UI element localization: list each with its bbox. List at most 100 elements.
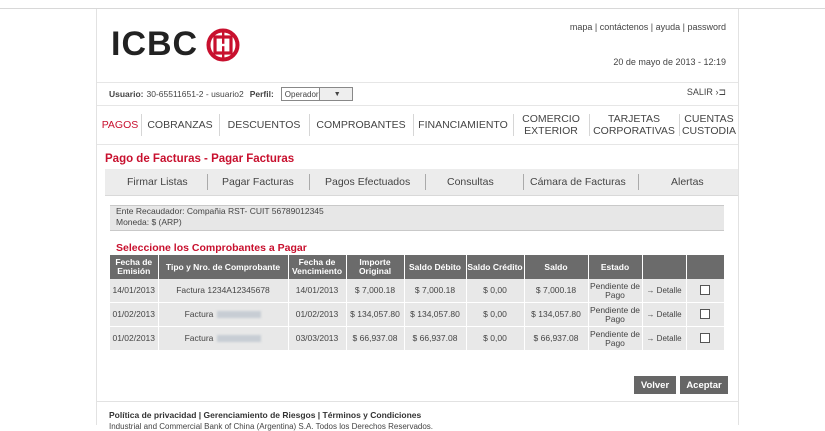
cell-select <box>686 326 724 351</box>
user-info: Usuario: 30-65511651-2 - usuario2 Perfil… <box>109 87 353 101</box>
cell-saldo: $ 7,000.18 <box>524 279 589 303</box>
cell-estado: Pendiente de Pago <box>588 279 643 303</box>
subnav-pagar-facturas[interactable]: Pagar Facturas <box>222 169 294 195</box>
blurred-number <box>217 311 262 319</box>
aceptar-button[interactable]: Aceptar <box>680 376 728 394</box>
cell-vencimiento: 14/01/2013 <box>288 279 347 303</box>
cell-estado: Pendiente de Pago <box>588 326 643 351</box>
nav-cuentas-custodia[interactable]: CUENTAS CUSTODIA <box>681 106 737 144</box>
nav-cobranzas[interactable]: COBRANZAS <box>145 106 215 144</box>
top-links[interactable]: mapa | contáctenos | ayuda | password <box>570 22 726 32</box>
cell-detalle[interactable]: → Detalle <box>642 302 687 327</box>
subnav-alertas[interactable]: Alertas <box>671 169 704 195</box>
nav-tarjetas-corporativas[interactable]: TARJETAS CORPORATIVAS <box>593 106 675 144</box>
subnav-pagos-efectuados[interactable]: Pagos Efectuados <box>325 169 410 195</box>
subnav-camara-de-facturas[interactable]: Cámara de Facturas <box>530 169 626 195</box>
cell-emision: 14/01/2013 <box>110 279 159 303</box>
cell-credito: $ 0,00 <box>466 279 525 303</box>
cell-debito: $ 7,000.18 <box>404 279 467 303</box>
user-bar: Usuario: 30-65511651-2 - usuario2 Perfil… <box>97 82 738 103</box>
footer-links[interactable]: Política de privacidad | Gerenciamiento … <box>109 410 421 420</box>
usuario-label: Usuario: <box>109 89 144 99</box>
section-title: Seleccione los Comprobantes a Pagar <box>116 242 307 254</box>
cell-saldo: $ 66,937.08 <box>524 326 589 351</box>
cell-numero: 1234A12345678 <box>207 285 270 295</box>
cell-credito: $ 0,00 <box>466 302 525 327</box>
row-checkbox[interactable] <box>700 308 711 319</box>
nav-pagos[interactable]: PAGOS <box>100 106 140 144</box>
col-saldo-credito: Saldo Crédito <box>466 255 525 279</box>
nav-separator <box>679 114 680 136</box>
cell-importe: $ 134,057.80 <box>346 302 405 327</box>
nav-separator <box>141 114 142 136</box>
nav-separator <box>513 114 514 136</box>
nav-financiamiento[interactable]: FINANCIAMIENTO <box>417 106 509 144</box>
cell-emision: 01/02/2013 <box>110 326 159 351</box>
col-detalle <box>642 255 687 279</box>
cell-tipo-label: Factura <box>176 285 206 295</box>
cell-tipo-label: Factura <box>184 309 214 319</box>
cell-saldo: $ 134,057.80 <box>524 302 589 327</box>
usuario-value: 30-65511651-2 - usuario2 <box>146 89 244 99</box>
cell-tipo: Factura <box>158 302 289 327</box>
comprobantes-table: Fecha de Emisión Tipo y Nro. de Comproba… <box>110 255 724 351</box>
footer-copyright: Industrial and Commercial Bank of China … <box>109 422 434 431</box>
detalle-link[interactable]: → Detalle <box>646 286 681 295</box>
footer: Política de privacidad | Gerenciamiento … <box>97 401 738 431</box>
nav-separator <box>413 114 414 136</box>
cell-detalle[interactable]: → Detalle <box>642 326 687 351</box>
cell-select <box>686 302 724 327</box>
nav-separator <box>309 114 310 136</box>
nav-comprobantes[interactable]: COMPROBANTES <box>313 106 409 144</box>
icbc-logo[interactable]: ICBC <box>111 25 240 64</box>
sub-nav: Firmar Listas Pagar Facturas Pagos Efect… <box>105 169 738 196</box>
nav-comercio-exterior[interactable]: COMERCIO EXTERIOR <box>517 106 585 144</box>
nav-descuentos[interactable]: DESCUENTOS <box>223 106 305 144</box>
cell-credito: $ 0,00 <box>466 326 525 351</box>
blurred-number <box>217 335 262 343</box>
table-row: 01/02/2013 Factura 01/02/2013 $ 134,057.… <box>110 302 724 327</box>
info-box: Ente Recaudador: Compañia RST- CUIT 5678… <box>110 205 724 231</box>
col-select <box>686 255 724 279</box>
col-saldo-debito: Saldo Débito <box>404 255 467 279</box>
table-header-row: Fecha de Emisión Tipo y Nro. de Comproba… <box>110 255 724 279</box>
table-row: 14/01/2013 Factura 1234A12345678 14/01/2… <box>110 279 724 303</box>
subnav-separator <box>309 174 310 190</box>
cell-importe: $ 7,000.18 <box>346 279 405 303</box>
perfil-label: Perfil: <box>249 89 274 99</box>
perfil-selected-value: Operador <box>284 89 319 99</box>
chevron-down-icon[interactable]: ▼ <box>318 88 352 100</box>
col-saldo: Saldo <box>524 255 589 279</box>
cell-detalle[interactable]: → Detalle <box>642 279 687 303</box>
moneda: Moneda: $ (ARP) <box>116 217 182 227</box>
date-time: 20 de mayo de 2013 - 12:19 <box>613 57 726 67</box>
cell-importe: $ 66,937.08 <box>346 326 405 351</box>
subnav-separator <box>425 174 426 190</box>
subnav-separator <box>638 174 639 190</box>
detalle-link[interactable]: → Detalle <box>646 310 681 319</box>
row-checkbox[interactable] <box>700 332 711 343</box>
subnav-separator <box>207 174 208 190</box>
col-estado: Estado <box>588 255 643 279</box>
cell-debito: $ 66,937.08 <box>404 326 467 351</box>
volver-button[interactable]: Volver <box>634 376 676 394</box>
icbc-emblem-icon <box>206 28 240 61</box>
cell-vencimiento: 03/03/2013 <box>288 326 347 351</box>
col-tipo-nro: Tipo y Nro. de Comprobante <box>158 255 289 279</box>
subnav-separator <box>523 174 524 190</box>
subnav-firmar-listas[interactable]: Firmar Listas <box>127 169 188 195</box>
salir-label: SALIR <box>686 87 713 97</box>
subnav-consultas[interactable]: Consultas <box>447 169 494 195</box>
cell-emision: 01/02/2013 <box>110 302 159 327</box>
cell-tipo: Factura 1234A12345678 <box>158 279 289 303</box>
row-checkbox[interactable] <box>700 284 711 295</box>
cell-select <box>686 279 724 303</box>
col-importe-original: Importe Original <box>346 255 405 279</box>
page-title: Pago de Facturas - Pagar Facturas <box>105 153 295 165</box>
salir-link[interactable]: SALIR ›⊐ <box>687 87 726 98</box>
col-fecha-emision: Fecha de Emisión <box>110 255 159 279</box>
cell-estado: Pendiente de Pago <box>588 302 643 327</box>
logo-text: ICBC <box>111 25 199 63</box>
detalle-link[interactable]: → Detalle <box>646 334 681 343</box>
perfil-select[interactable]: Operador ▼ <box>280 87 353 101</box>
